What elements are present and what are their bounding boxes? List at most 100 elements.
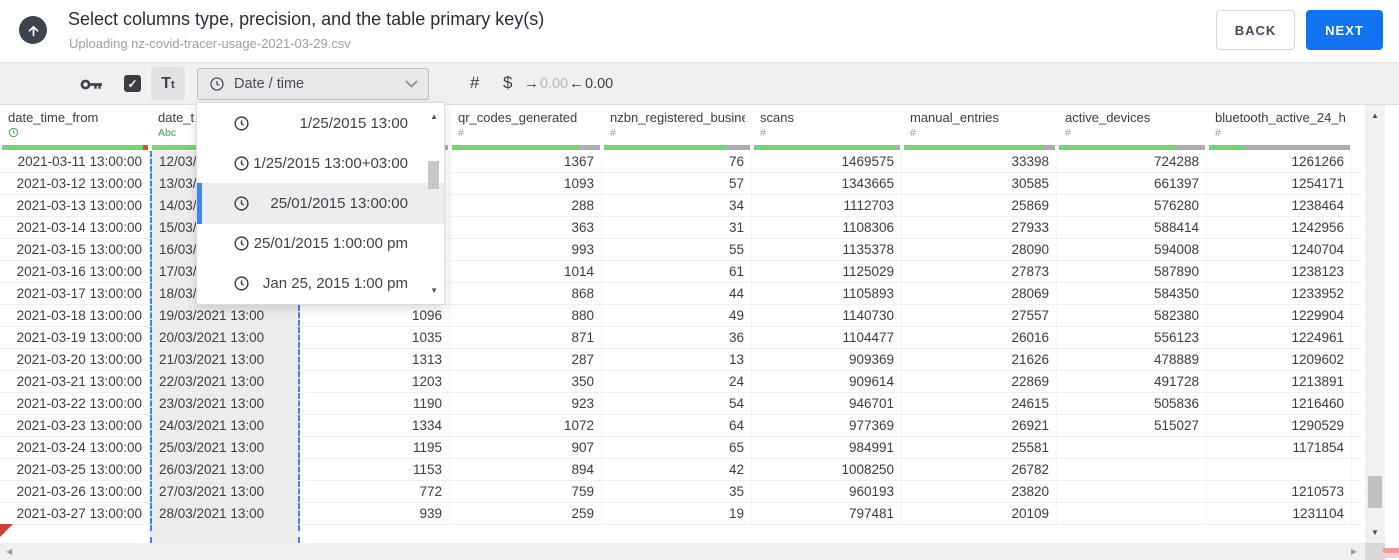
table-cell[interactable]: 26782	[902, 459, 1057, 480]
table-cell[interactable]: 27873	[902, 261, 1057, 282]
back-button[interactable]: BACK	[1216, 10, 1295, 50]
table-cell[interactable]: 594008	[1057, 239, 1207, 260]
table-cell[interactable]: 2021-03-18 13:00:00	[0, 305, 150, 326]
table-cell[interactable]: 21/03/2021 13:00	[150, 349, 300, 370]
column-header-date_time_from[interactable]: date_time_from	[0, 105, 150, 145]
table-cell[interactable]: 2021-03-26 13:00:00	[0, 481, 150, 502]
table-cell[interactable]: 1242956	[1207, 217, 1352, 238]
table-cell[interactable]: 28090	[902, 239, 1057, 260]
scroll-right-arrow-icon[interactable]: ▶	[1351, 547, 1357, 556]
table-cell[interactable]: 2021-03-13 13:00:00	[0, 195, 150, 216]
column-header-nzbn_registered_busine[interactable]: nzbn_registered_busine #	[602, 105, 752, 145]
table-cell[interactable]: 1072	[450, 415, 602, 436]
table-cell[interactable]: 587890	[1057, 261, 1207, 282]
table-cell[interactable]: 1108306	[752, 217, 902, 238]
table-cell[interactable]: 1216460	[1207, 393, 1352, 414]
table-cell[interactable]: 1209602	[1207, 349, 1352, 370]
table-cell[interactable]: 35	[602, 481, 752, 502]
table-cell[interactable]: 1233952	[1207, 283, 1352, 304]
table-cell[interactable]: 2021-03-19 13:00:00	[0, 327, 150, 348]
table-cell[interactable]: 2021-03-21 13:00:00	[0, 371, 150, 392]
table-cell[interactable]: 287	[450, 349, 602, 370]
table-cell[interactable]: 27/03/2021 13:00	[150, 481, 300, 502]
format-option[interactable]: 25/01/2015 1:00:00 pm	[197, 224, 444, 264]
vertical-scrollbar-thumb[interactable]	[1368, 476, 1382, 508]
table-cell[interactable]: 1096	[300, 305, 450, 326]
table-cell[interactable]: 478889	[1057, 349, 1207, 370]
table-cell[interactable]: 19/03/2021 13:00	[150, 305, 300, 326]
table-cell[interactable]: 55	[602, 239, 752, 260]
primary-key-button[interactable]	[80, 77, 104, 97]
table-cell[interactable]: 1093	[450, 173, 602, 194]
table-cell[interactable]: 1105893	[752, 283, 902, 304]
table-cell[interactable]: 984991	[752, 437, 902, 458]
table-cell[interactable]: 2021-03-22 13:00:00	[0, 393, 150, 414]
table-cell[interactable]: 2021-03-11 13:00:00	[0, 151, 150, 172]
table-cell[interactable]: 1213891	[1207, 371, 1352, 392]
table-cell[interactable]: 25581	[902, 437, 1057, 458]
table-cell[interactable]: 772	[300, 481, 450, 502]
table-cell[interactable]: 288	[450, 195, 602, 216]
table-cell[interactable]	[1057, 503, 1207, 524]
table-cell[interactable]: 19	[602, 503, 752, 524]
table-cell[interactable]: 880	[450, 305, 602, 326]
table-cell[interactable]: 1290529	[1207, 415, 1352, 436]
table-cell[interactable]: 31	[602, 217, 752, 238]
checkbox-checked[interactable]: ✓	[124, 75, 141, 92]
table-cell[interactable]	[1207, 459, 1352, 480]
table-cell[interactable]: 1014	[450, 261, 602, 282]
table-cell[interactable]: 27933	[902, 217, 1057, 238]
decimal-increase-button[interactable]: ←0.00	[569, 75, 613, 92]
table-cell[interactable]: 28069	[902, 283, 1057, 304]
table-cell[interactable]: 1008250	[752, 459, 902, 480]
table-cell[interactable]: 909614	[752, 371, 902, 392]
table-cell[interactable]: 2021-03-24 13:00:00	[0, 437, 150, 458]
table-cell[interactable]: 24/03/2021 13:00	[150, 415, 300, 436]
table-cell[interactable]: 34	[602, 195, 752, 216]
table-cell[interactable]: 1224961	[1207, 327, 1352, 348]
column-header-scans[interactable]: scans #	[752, 105, 902, 145]
table-cell[interactable]: 724288	[1057, 151, 1207, 172]
table-cell[interactable]: 33398	[902, 151, 1057, 172]
table-cell[interactable]: 907	[450, 437, 602, 458]
column-header-bluetooth_active_24_hr_[interactable]: bluetooth_active_24_hr_ #	[1207, 105, 1352, 145]
scroll-down-arrow-icon[interactable]: ▼	[430, 286, 438, 295]
table-cell[interactable]: 939	[300, 503, 450, 524]
table-cell[interactable]: 1238123	[1207, 261, 1352, 282]
column-header-active_devices[interactable]: active_devices #	[1057, 105, 1207, 145]
table-cell[interactable]: 23820	[902, 481, 1057, 502]
column-header-manual_entries[interactable]: manual_entries #	[902, 105, 1057, 145]
dropdown-scrollbar-thumb[interactable]	[428, 161, 439, 189]
table-cell[interactable]: 23/03/2021 13:00	[150, 393, 300, 414]
table-cell[interactable]: 2021-03-23 13:00:00	[0, 415, 150, 436]
table-cell[interactable]: 1135378	[752, 239, 902, 260]
table-cell[interactable]: 584350	[1057, 283, 1207, 304]
table-cell[interactable]: 42	[602, 459, 752, 480]
format-option[interactable]: 25/01/2015 13:00:00	[197, 183, 444, 224]
vertical-scrollbar[interactable]: ▲ ▼	[1365, 105, 1385, 543]
table-cell[interactable]: 25869	[902, 195, 1057, 216]
table-cell[interactable]: 909369	[752, 349, 902, 370]
table-cell[interactable]: 30585	[902, 173, 1057, 194]
table-cell[interactable]: 26/03/2021 13:00	[150, 459, 300, 480]
table-cell[interactable]: 1254171	[1207, 173, 1352, 194]
table-cell[interactable]: 894	[450, 459, 602, 480]
table-cell[interactable]: 960193	[752, 481, 902, 502]
table-cell[interactable]: 797481	[752, 503, 902, 524]
table-cell[interactable]: 923	[450, 393, 602, 414]
table-cell[interactable]: 2021-03-20 13:00:00	[0, 349, 150, 370]
column-type-select[interactable]: Date / time	[197, 68, 429, 100]
table-cell[interactable]: 28/03/2021 13:00	[150, 503, 300, 524]
table-cell[interactable]: 54	[602, 393, 752, 414]
table-cell[interactable]: 1153	[300, 459, 450, 480]
table-cell[interactable]: 661397	[1057, 173, 1207, 194]
table-cell[interactable]: 977369	[752, 415, 902, 436]
scroll-left-arrow-icon[interactable]: ◀	[6, 547, 12, 556]
table-cell[interactable]: 2021-03-14 13:00:00	[0, 217, 150, 238]
table-cell[interactable]: 1112703	[752, 195, 902, 216]
table-cell[interactable]: 57	[602, 173, 752, 194]
table-cell[interactable]: 26921	[902, 415, 1057, 436]
column-header-qr_codes_generated[interactable]: qr_codes_generated #	[450, 105, 602, 145]
table-cell[interactable]: 64	[602, 415, 752, 436]
table-cell[interactable]: 1231104	[1207, 503, 1352, 524]
